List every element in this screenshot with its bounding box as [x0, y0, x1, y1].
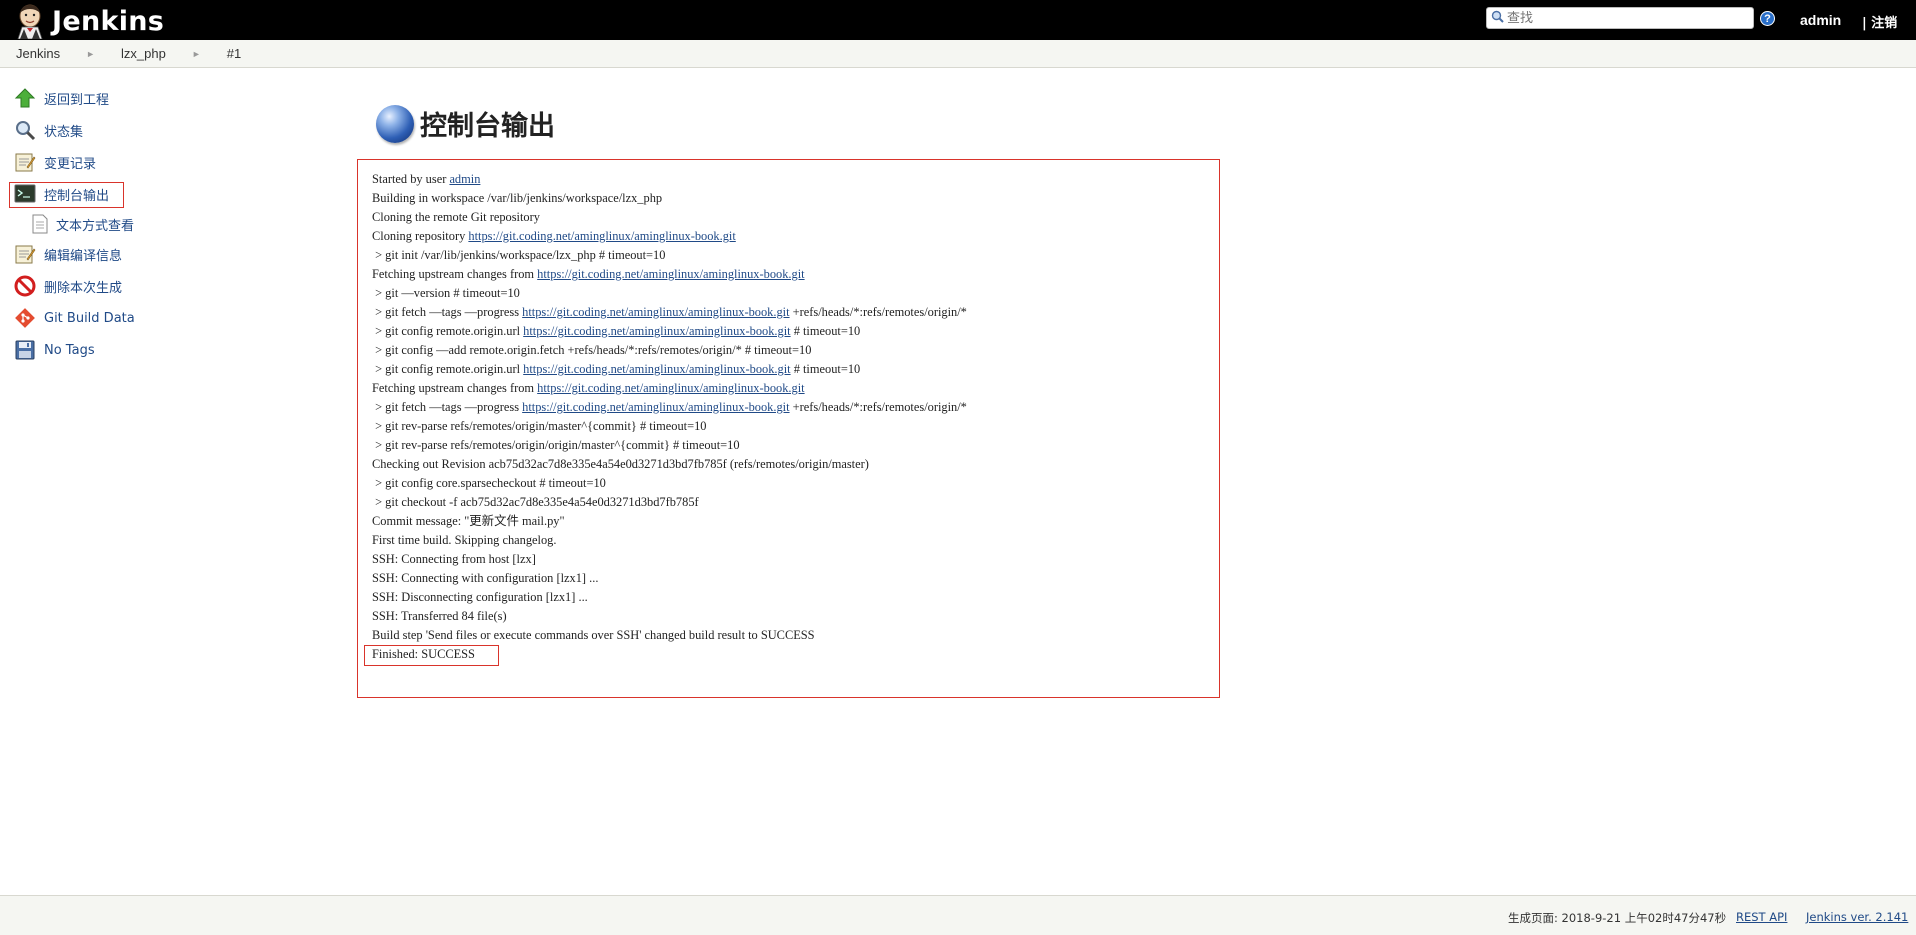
breadcrumb-build[interactable]: #1 [227, 46, 241, 61]
console-line: Checking out Revision acb75d32ac7d8e335e… [372, 457, 869, 471]
console-line: > git config remote.origin.url https://g… [372, 324, 861, 338]
console-line: First time build. Skipping changelog. [372, 533, 557, 547]
page-title: 控制台输出 [376, 104, 555, 143]
console-line: Started by user admin [372, 172, 481, 186]
console-line: SSH: Connecting from host [lzx] [372, 552, 536, 566]
git-icon [14, 307, 36, 329]
search-box[interactable] [1486, 7, 1754, 29]
notepad-icon [14, 243, 36, 265]
console-link[interactable]: https://git.coding.net/aminglinux/amingl… [468, 229, 735, 243]
sidebar-item-view-as-text[interactable]: 文本方式查看 [10, 210, 180, 238]
sidebar-item-console-output[interactable]: 控制台输出 [9, 178, 180, 210]
console-line: > git config remote.origin.url https://g… [372, 362, 861, 376]
sidebar-item-git-build-data[interactable]: Git Build Data [10, 302, 180, 334]
console-link[interactable]: https://git.coding.net/aminglinux/amingl… [523, 362, 790, 376]
console-line: SSH: Connecting with configuration [lzx1… [372, 571, 599, 585]
globe-icon [376, 104, 414, 143]
rest-api-link[interactable]: REST API [1736, 910, 1787, 924]
console-link[interactable]: https://git.coding.net/aminglinux/amingl… [537, 267, 804, 281]
console-line: Build step 'Send files or execute comman… [372, 628, 815, 642]
help-icon[interactable]: ? [1760, 11, 1775, 26]
sidebar: 返回到工程 状态集 变更记录 控制台输出 文本方式查看 编辑编译信息 删除本次生… [9, 82, 180, 366]
console-line: Building in workspace /var/lib/jenkins/w… [372, 191, 663, 205]
chevron-right-icon[interactable]: ► [86, 49, 95, 59]
console-line: Cloning the remote Git repository [372, 210, 540, 224]
search-icon [1491, 10, 1504, 26]
console-line: > git fetch —tags —progress https://git.… [372, 400, 967, 414]
search-input[interactable] [1507, 10, 1747, 26]
terminal-icon [14, 183, 36, 205]
app-title: Jenkins [52, 5, 165, 37]
console-line: > git rev-parse refs/remotes/origin/mast… [372, 419, 707, 433]
document-icon [32, 214, 48, 234]
breadcrumb-project[interactable]: lzx_php [121, 46, 166, 61]
sidebar-item-back-to-project[interactable]: 返回到工程 [10, 82, 180, 114]
breadcrumb-jenkins[interactable]: Jenkins [16, 46, 60, 61]
sidebar-item-changes[interactable]: 变更记录 [10, 146, 180, 178]
jenkins-butler-icon [14, 3, 46, 40]
jenkins-version-link[interactable]: Jenkins ver. 2.141 [1806, 910, 1908, 924]
console-link[interactable]: https://git.coding.net/aminglinux/amingl… [522, 400, 789, 414]
sidebar-item-delete-build[interactable]: 删除本次生成 [10, 270, 180, 302]
console-line: Cloning repository https://git.coding.ne… [372, 229, 736, 243]
console-line: > git config core.sparsecheckout # timeo… [372, 476, 606, 490]
finished-highlight-box [364, 645, 499, 666]
console-line: SSH: Transferred 84 file(s) [372, 609, 507, 623]
no-entry-icon [14, 275, 36, 297]
console-line: SSH: Disconnecting configuration [lzx1] … [372, 590, 588, 604]
footer-generated-time: 生成页面: 2018-9-21 上午02时47分47秒 [1508, 911, 1727, 925]
sidebar-item-status[interactable]: 状态集 [10, 114, 180, 146]
user-link[interactable]: admin [1800, 12, 1841, 28]
top-header: Jenkins ? admin | 注销 [0, 0, 1916, 40]
jenkins-logo[interactable]: Jenkins [14, 3, 165, 40]
notepad-icon [14, 151, 36, 173]
console-line: > git fetch —tags —progress https://git.… [372, 305, 967, 319]
breadcrumb: Jenkins ► lzx_php ► #1 [0, 40, 1916, 68]
console-link[interactable]: admin [449, 172, 480, 186]
chevron-right-icon[interactable]: ► [192, 49, 201, 59]
console-line: > git checkout -f acb75d32ac7d8e335e4a54… [372, 495, 699, 509]
magnifier-icon [14, 119, 36, 141]
console-line: > git —version # timeout=10 [372, 286, 520, 300]
logout-link[interactable]: | 注销 [1862, 12, 1897, 31]
console-line: Fetching upstream changes from https://g… [372, 267, 805, 281]
console-line: > git init /var/lib/jenkins/workspace/lz… [372, 248, 666, 262]
sidebar-item-edit-build-info[interactable]: 编辑编译信息 [10, 238, 180, 270]
console-link[interactable]: https://git.coding.net/aminglinux/amingl… [537, 381, 804, 395]
console-line: Fetching upstream changes from https://g… [372, 381, 805, 395]
console-link[interactable]: https://git.coding.net/aminglinux/amingl… [522, 305, 789, 319]
console-line: Commit message: "更新文件 mail.py" [372, 514, 565, 528]
page-title-text: 控制台输出 [420, 111, 555, 142]
up-arrow-icon [14, 87, 36, 109]
console-link[interactable]: https://git.coding.net/aminglinux/amingl… [523, 324, 790, 338]
console-line: > git rev-parse refs/remotes/origin/orig… [372, 438, 740, 452]
console-line: > git config —add remote.origin.fetch +r… [372, 343, 812, 357]
console-output: Started by user admin Building in workspa… [372, 170, 1218, 664]
sidebar-item-no-tags[interactable]: No Tags [10, 334, 180, 366]
footer: 生成页面: 2018-9-21 上午02时47分47秒 REST API Jen… [0, 895, 1916, 935]
save-disk-icon [14, 339, 36, 361]
